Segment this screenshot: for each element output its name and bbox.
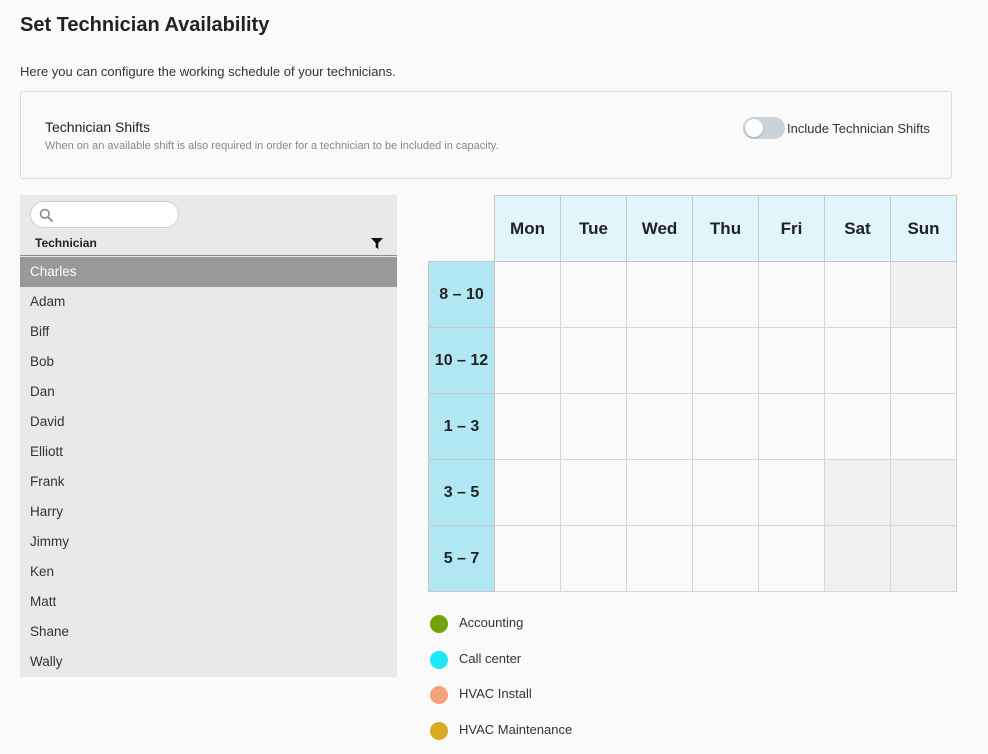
legend-item: Call center [430, 648, 572, 684]
toggle-label: Include Technician Shifts [787, 121, 930, 136]
legend-item: Accounting [430, 612, 572, 648]
availability-cell[interactable] [561, 460, 627, 526]
filter-icon[interactable] [371, 238, 383, 249]
legend-item: HVAC Maintenance [430, 719, 572, 754]
availability-cell[interactable] [495, 526, 561, 592]
unavailable-slot-cell[interactable] [891, 262, 957, 328]
availability-cell[interactable] [759, 328, 825, 394]
day-header: Sun [891, 196, 957, 262]
availability-cell[interactable] [759, 394, 825, 460]
availability-cell[interactable] [495, 394, 561, 460]
technician-item[interactable]: Ken [20, 557, 397, 587]
legend: Accounting Call center HVAC Install HVAC Ma… [430, 612, 572, 754]
technician-item[interactable]: David [20, 407, 397, 437]
availability-cell[interactable] [495, 262, 561, 328]
technician-item[interactable]: Jimmy [20, 527, 397, 557]
time-slot-header: 1 – 3 [429, 394, 495, 460]
day-header: Wed [627, 196, 693, 262]
technician-item[interactable]: Wally [20, 647, 397, 677]
legend-label: Call center [459, 651, 521, 666]
availability-cell[interactable] [825, 394, 891, 460]
technician-item[interactable]: Adam [20, 287, 397, 317]
availability-cell[interactable] [561, 526, 627, 592]
availability-cell[interactable] [627, 262, 693, 328]
technician-item[interactable]: Harry [20, 497, 397, 527]
availability-cell[interactable] [693, 460, 759, 526]
time-slot-header: 8 – 10 [429, 262, 495, 328]
availability-cell[interactable] [495, 460, 561, 526]
availability-cell[interactable] [693, 262, 759, 328]
shifts-title: Technician Shifts [45, 119, 150, 135]
availability-cell[interactable] [891, 394, 957, 460]
availability-cell[interactable] [759, 460, 825, 526]
unavailable-slot-cell[interactable] [825, 526, 891, 592]
availability-cell[interactable] [693, 526, 759, 592]
page-title: Set Technician Availability [20, 14, 269, 37]
technician-panel: Technician CharlesAdamBiffBobDanDavidEll… [20, 195, 397, 677]
legend-label: HVAC Install [459, 686, 532, 701]
technician-item[interactable]: Shane [20, 617, 397, 647]
availability-cell[interactable] [759, 526, 825, 592]
time-slot-header: 5 – 7 [429, 526, 495, 592]
include-shifts-toggle[interactable]: Include Technician Shifts [743, 116, 930, 140]
technician-item[interactable]: Bob [20, 347, 397, 377]
availability-cell[interactable] [495, 328, 561, 394]
unavailable-slot-cell[interactable] [825, 460, 891, 526]
day-header: Fri [759, 196, 825, 262]
legend-color-dot [430, 651, 448, 669]
grid-corner [429, 196, 495, 262]
availability-cell[interactable] [825, 262, 891, 328]
technician-item[interactable]: Matt [20, 587, 397, 617]
time-slot-header: 3 – 5 [429, 460, 495, 526]
availability-cell[interactable] [627, 328, 693, 394]
technician-item[interactable]: Biff [20, 317, 397, 347]
technician-list: CharlesAdamBiffBobDanDavidElliottFrankHa… [20, 257, 397, 677]
technician-search-input[interactable] [30, 201, 179, 228]
availability-cell[interactable] [759, 262, 825, 328]
unavailable-slot-cell[interactable] [891, 526, 957, 592]
availability-cell[interactable] [561, 394, 627, 460]
toggle-knob [745, 119, 763, 137]
day-header: Tue [561, 196, 627, 262]
legend-color-dot [430, 615, 448, 633]
technician-header-label: Technician [35, 236, 97, 250]
unavailable-slot-cell[interactable] [891, 460, 957, 526]
legend-color-dot [430, 686, 448, 704]
availability-grid: MonTueWedThuFriSatSun 8 – 1010 – 121 – 33… [428, 195, 957, 592]
page-intro: Here you can configure the working sched… [20, 64, 396, 79]
legend-label: HVAC Maintenance [459, 722, 572, 737]
day-header: Sat [825, 196, 891, 262]
availability-cell[interactable] [693, 394, 759, 460]
technician-item[interactable]: Frank [20, 467, 397, 497]
legend-item: HVAC Install [430, 683, 572, 719]
legend-label: Accounting [459, 615, 523, 630]
availability-cell[interactable] [693, 328, 759, 394]
technician-column-header: Technician [20, 235, 397, 256]
technician-item[interactable]: Dan [20, 377, 397, 407]
availability-cell[interactable] [825, 328, 891, 394]
search-icon [39, 208, 53, 222]
toggle-track[interactable] [743, 117, 785, 139]
availability-cell[interactable] [627, 394, 693, 460]
technician-shifts-card: Technician Shifts When on an available s… [20, 91, 952, 179]
availability-cell[interactable] [627, 526, 693, 592]
availability-cell[interactable] [561, 262, 627, 328]
time-slot-header: 10 – 12 [429, 328, 495, 394]
technician-item[interactable]: Charles [20, 257, 397, 287]
day-header: Thu [693, 196, 759, 262]
day-header: Mon [495, 196, 561, 262]
legend-color-dot [430, 722, 448, 740]
technician-item[interactable]: Elliott [20, 437, 397, 467]
availability-cell[interactable] [627, 460, 693, 526]
shifts-description: When on an available shift is also requi… [45, 140, 499, 152]
availability-cell[interactable] [561, 328, 627, 394]
availability-cell[interactable] [891, 328, 957, 394]
